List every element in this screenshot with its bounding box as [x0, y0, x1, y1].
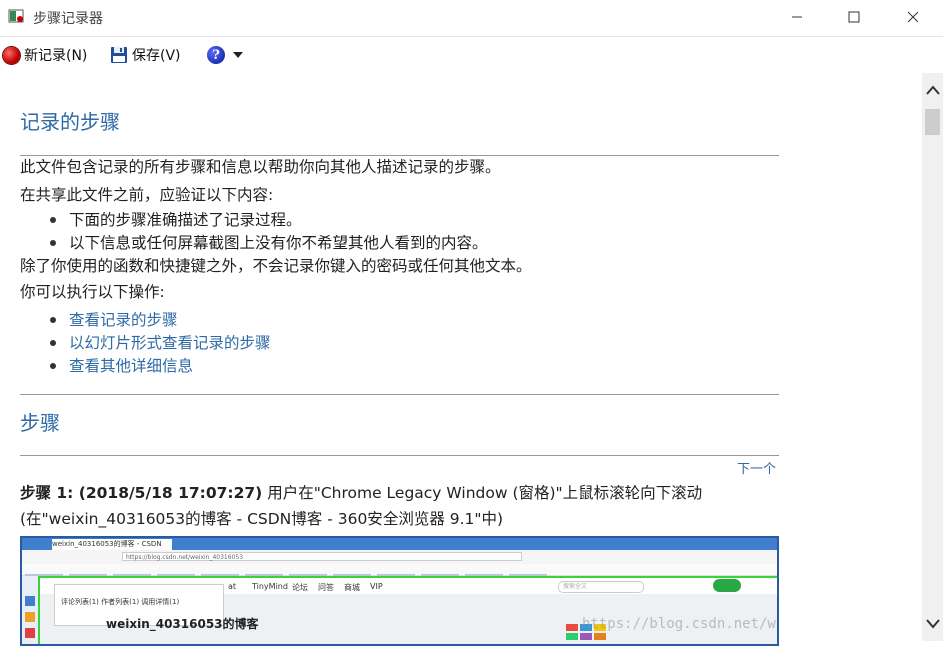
divider: [20, 394, 779, 395]
csdn-nav-item: 论坛: [292, 583, 308, 592]
maximize-icon: [848, 11, 860, 23]
window-title: 步骤记录器: [33, 11, 103, 27]
csdn-nav-item: at: [228, 582, 237, 591]
document-content: 记录的步骤 此文件包含记录的所有步骤和信息以帮助你向其他人描述记录的步骤。 在共…: [20, 73, 780, 646]
save-label: 保存(V): [132, 48, 181, 64]
vertical-scrollbar[interactable]: [922, 73, 943, 641]
help-icon: ?: [207, 46, 225, 64]
scroll-down-button[interactable]: [922, 617, 943, 637]
note-text: 除了你使用的函数和快捷键之外，不会记录你键入的密码或任何其他文本。: [20, 257, 532, 275]
mosaic-tile: [566, 633, 578, 640]
sidebar-icon: [25, 612, 35, 622]
step-1-action: 用户在"Chrome Legacy Window (窗格)"上鼠标滚轮向下滚动: [262, 484, 703, 502]
step-1-screenshot[interactable]: weixin_40316053的博客 - CSDN https://blog.c…: [20, 536, 779, 646]
mosaic-tile: [594, 633, 606, 640]
floppy-disk-icon: [111, 47, 127, 63]
action-link-text[interactable]: 查看其他详细信息: [69, 357, 193, 375]
actions-intro-text: 你可以执行以下操作:: [20, 283, 165, 301]
divider: [20, 455, 779, 456]
browser-tab-bar: weixin_40316053的博客 - CSDN: [22, 538, 777, 550]
chevron-down-icon: [925, 619, 940, 629]
browser-bookmarks-bar: [22, 564, 777, 579]
section-heading-recorded-steps: 记录的步骤: [20, 110, 120, 134]
csdn-green-button: [713, 579, 741, 592]
csdn-nav-item: VIP: [370, 582, 383, 591]
help-dropdown-button[interactable]: ?: [207, 44, 243, 66]
verify-item: 以下信息或任何屏幕截图上没有你不希望其他人看到的内容。: [50, 231, 488, 253]
watermark: https://blog.csdn.net/weixin_40316053: [582, 616, 777, 632]
csdn-nav-item: 商城: [344, 583, 360, 592]
browser-url: https://blog.csdn.net/weixin_40316053: [122, 552, 522, 561]
section-heading-steps: 步骤: [20, 411, 60, 435]
intro-text: 此文件包含记录的所有步骤和信息以帮助你向其他人描述记录的步骤。: [20, 158, 501, 176]
mosaic-tile: [566, 624, 578, 631]
step-1-description: 步骤 1: (2018/5/18 17:07:27) 用户在"Chrome Le…: [20, 481, 702, 503]
verify-item-text: 下面的步骤准确描述了记录过程。: [69, 211, 302, 229]
verify-intro-text: 在共享此文件之前，应验证以下内容:: [20, 186, 274, 204]
chevron-down-icon: [233, 52, 243, 58]
minimize-button[interactable]: [774, 0, 820, 34]
verify-item-text: 以下信息或任何屏幕截图上没有你不希望其他人看到的内容。: [69, 234, 488, 252]
step-1-context: (在"weixin_40316053的博客 - CSDN博客 - 360安全浏览…: [20, 510, 504, 528]
minimize-icon: [792, 16, 802, 18]
csdn-nav-item: 问答: [318, 583, 334, 592]
browser-address-bar: https://blog.csdn.net/weixin_40316053: [22, 550, 777, 565]
browser-tab: weixin_40316053的博客 - CSDN: [52, 539, 172, 550]
step-1-label: 步骤 1: (2018/5/18 17:07:27): [20, 484, 263, 502]
action-link-view-steps[interactable]: 查看记录的步骤: [50, 308, 178, 330]
csdn-blog-title: weixin_40316053的博客: [106, 617, 259, 631]
close-button[interactable]: [890, 0, 936, 34]
sidebar-icon: [25, 628, 35, 638]
new-record-label: 新记录(N): [24, 48, 88, 64]
csdn-popup-row: 评论列表(1) 作者列表(1) 调用详情(1): [61, 598, 180, 606]
action-link-slideshow[interactable]: 以幻灯片形式查看记录的步骤: [50, 331, 271, 353]
csdn-nav-item: TinyMind: [252, 582, 288, 591]
save-button[interactable]: 保存(V): [110, 44, 181, 66]
mosaic-tile: [580, 633, 592, 640]
record-icon: [3, 46, 20, 64]
toolbar: 新记录(N) 保存(V) ?: [0, 36, 943, 73]
action-link-text[interactable]: 查看记录的步骤: [69, 311, 178, 329]
browser-page: at TinyMind 论坛 问答 商城 VIP 搜索全文 评论列表(1) 作者…: [38, 576, 777, 644]
chevron-up-icon: [925, 85, 940, 95]
sidebar-icon: [25, 596, 35, 606]
verify-item: 下面的步骤准确描述了记录过程。: [50, 208, 302, 230]
scroll-up-button[interactable]: [922, 83, 943, 103]
close-icon: [907, 11, 919, 23]
next-link[interactable]: 下一个: [737, 458, 776, 477]
browser-sidebar: [22, 576, 38, 644]
steps-recorder-icon: [8, 9, 24, 23]
action-link-details[interactable]: 查看其他详细信息: [50, 354, 193, 376]
title-bar: 步骤记录器: [0, 0, 943, 34]
scroll-thumb[interactable]: [925, 109, 940, 135]
csdn-search: 搜索全文: [558, 581, 644, 593]
action-link-text[interactable]: 以幻灯片形式查看记录的步骤: [69, 334, 271, 352]
new-record-button[interactable]: 新记录(N): [3, 44, 87, 66]
maximize-button[interactable]: [831, 0, 877, 34]
